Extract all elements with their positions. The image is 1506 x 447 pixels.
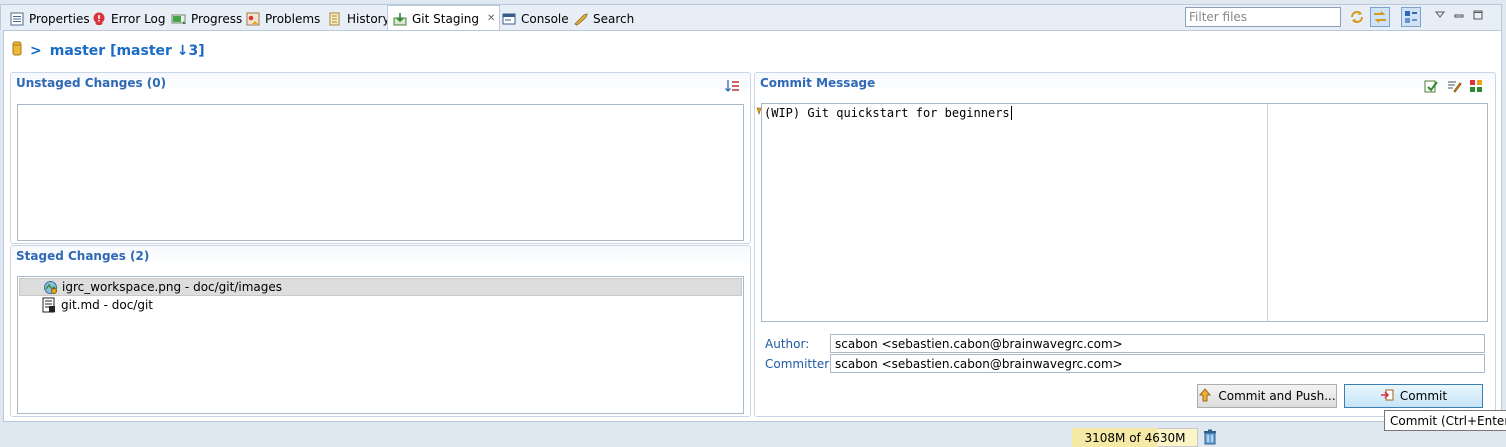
tab-label: Error Log — [111, 12, 166, 26]
commit-tooltip: Commit (Ctrl+Enter) — [1384, 410, 1506, 431]
error-log-icon — [91, 11, 107, 27]
branch-label: master [master ↓3] — [49, 42, 205, 59]
file-name: igrc_workspace.png - doc/git/images — [62, 280, 283, 294]
refresh-icon[interactable] — [1347, 7, 1367, 27]
tab-label: Git Staging — [412, 11, 480, 26]
tab-error-log[interactable]: Error Log — [87, 8, 170, 30]
commit-message-text[interactable]: (WIP) Git quickstart for beginners — [764, 106, 1012, 120]
image-file-icon — [42, 279, 58, 295]
repository-icon — [12, 41, 22, 60]
text-cursor — [1010, 106, 1012, 120]
tab-label: Console — [521, 12, 569, 26]
close-tab-icon[interactable]: ✕ — [487, 13, 495, 24]
tab-label: History — [347, 12, 390, 26]
commit-icon — [1380, 388, 1394, 405]
unstaged-title: Unstaged Changes (0) — [16, 76, 167, 90]
history-icon — [327, 11, 343, 27]
quick-assist-icon — [756, 104, 762, 115]
tab-problems[interactable]: Problems — [241, 8, 324, 30]
staged-file-row[interactable]: igrc_workspace.png - doc/git/images — [19, 278, 742, 296]
repository-header: > master [master ↓3] — [12, 41, 205, 60]
commit-message-editor[interactable]: (WIP) Git quickstart for beginners — [761, 103, 1488, 322]
maximize-icon[interactable] — [1468, 5, 1488, 25]
repository-prefix: > — [30, 42, 42, 59]
tab-git-staging[interactable]: Git Staging ✕ — [387, 5, 501, 31]
git-staging-icon — [392, 11, 408, 27]
text-file-icon — [41, 297, 57, 313]
heap-text: 3108M of 4630M — [1084, 430, 1186, 445]
change-id-icon[interactable] — [1468, 78, 1484, 94]
author-field[interactable]: scabon <sebastien.cabon@brainwavegrc.com… — [830, 334, 1485, 353]
sort-icon[interactable] — [724, 78, 742, 94]
committer-field[interactable]: scabon <sebastien.cabon@brainwavegrc.com… — [830, 354, 1485, 373]
tab-label: Problems — [265, 12, 321, 26]
view-menu-icon[interactable] — [1430, 5, 1450, 25]
author-label: Author: — [765, 337, 810, 351]
tab-label: Properties — [29, 12, 90, 26]
margin-line — [1267, 104, 1268, 321]
tab-console[interactable]: Console — [497, 8, 573, 30]
problems-icon — [245, 11, 261, 27]
amend-icon[interactable] — [1423, 78, 1439, 94]
sign-off-icon[interactable] — [1446, 78, 1462, 94]
console-icon — [501, 11, 517, 27]
link-with-selection-icon[interactable] — [1370, 7, 1390, 27]
tab-history[interactable]: History — [323, 8, 394, 30]
filter-files-input[interactable] — [1185, 7, 1341, 27]
properties-icon — [9, 11, 25, 27]
commit-message-title: Commit Message — [760, 76, 876, 90]
unstaged-file-list[interactable] — [17, 104, 744, 241]
search-icon — [573, 11, 589, 27]
tab-progress[interactable]: Progress — [167, 8, 246, 30]
staged-file-row[interactable]: git.md - doc/git — [19, 296, 742, 314]
progress-icon — [171, 11, 187, 27]
presentation-icon[interactable] — [1401, 7, 1421, 27]
committer-label: Committer: — [765, 357, 833, 371]
garbage-collect-icon[interactable] — [1203, 429, 1219, 446]
push-icon — [1198, 387, 1212, 405]
tab-search[interactable]: Search — [569, 8, 638, 30]
tab-label: Progress — [191, 12, 243, 26]
commit-and-push-button[interactable]: Commit and Push... — [1197, 384, 1337, 408]
staged-title: Staged Changes (2) — [16, 249, 150, 263]
commit-button[interactable]: Commit — [1344, 384, 1483, 408]
staged-file-list[interactable]: igrc_workspace.png - doc/git/images git.… — [17, 276, 744, 414]
minimize-icon[interactable] — [1449, 5, 1469, 25]
tab-label: Search — [593, 12, 635, 26]
file-name: git.md - doc/git — [61, 298, 153, 312]
tab-properties[interactable]: Properties — [5, 8, 94, 30]
